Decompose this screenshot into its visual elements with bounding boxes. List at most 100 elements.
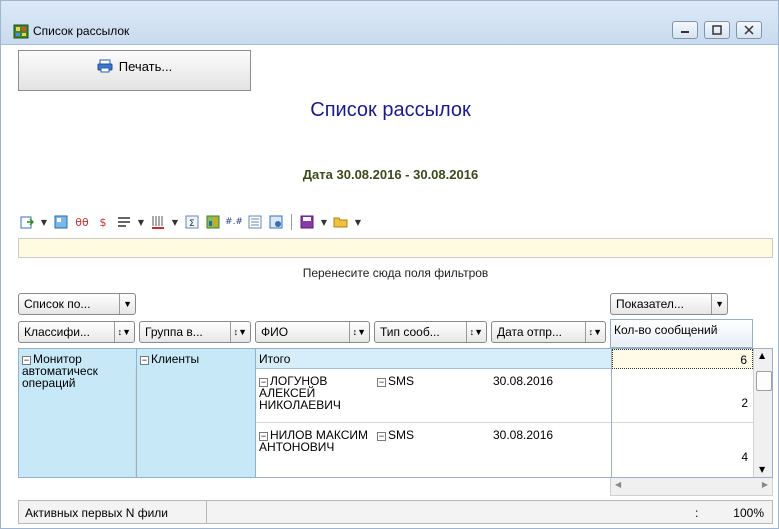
export-icon[interactable] [19,214,35,230]
horizontal-scrollbar[interactable]: ◀ ▶ [610,478,773,496]
data-field-filter-icon[interactable]: ▼ [711,294,727,314]
sort-filter-icon[interactable]: ↕▼ [229,322,250,342]
title-bar: Список рассылок [1,1,778,45]
report-date-range: Дата 30.08.2016 - 30.08.2016 [302,167,479,182]
total-label: Итого [259,352,291,366]
sort-filter-icon[interactable]: ↕▼ [348,322,369,342]
group-icon[interactable]: θθ [74,214,90,230]
page-field-chip[interactable]: Список по... ▼ [18,293,136,315]
column-divider [135,369,136,477]
fio-text: ЛОГУНОВ АЛЕКСЕЙ НИКОЛАЕВИЧ [259,374,341,412]
export-dropdown-icon[interactable]: ▼ [40,214,48,230]
toolbar-separator [291,214,292,230]
count-value: 2 [741,396,748,410]
group-cell[interactable]: − Клиенты [137,349,256,477]
sort-filter-icon[interactable]: ↕▼ [465,322,486,342]
totals-icon[interactable] [150,214,166,230]
align-icon[interactable] [116,214,132,230]
list-view-icon[interactable] [247,214,263,230]
status-text: Активных первых N фили [25,506,169,520]
scroll-down-icon[interactable]: ▼ [759,465,765,474]
svg-text:Σ: Σ [189,219,195,229]
table-row[interactable]: − НИЛОВ МАКСИМ АНТОНОВИЧ − SMS 30.08.2016 [256,423,611,477]
classifier-cell[interactable]: − Монитор автоматическ операций [19,349,137,477]
minimize-button[interactable] [672,21,698,39]
save-icon[interactable] [299,214,315,230]
type-cell: − SMS [377,429,414,441]
count-cell[interactable]: 4 [612,423,753,477]
window-title: Список рассылок [33,24,130,38]
filter-drop-hint: Перенесите сюда поля фильтров [302,266,489,280]
open-dropdown-icon[interactable]: ▼ [354,214,362,230]
data-field-chip[interactable]: Показател... ▼ [610,293,728,315]
maximize-button[interactable] [704,21,730,39]
date-cell: 30.08.2016 [493,374,554,388]
scroll-up-icon[interactable]: ▲ [759,351,765,360]
type-text: SMS [388,428,415,442]
count-cell[interactable]: 2 [612,369,753,423]
group-text: Клиенты [151,352,200,366]
report-title: Список рассылок [310,99,471,121]
row-field-label: Классифи... [24,325,90,339]
totals-dropdown-icon[interactable]: ▼ [171,214,179,230]
total-value: 6 [740,353,747,367]
row-field-classifier[interactable]: Классифи... ↕▼ [18,321,135,343]
row-field-group[interactable]: Группа в... ↕▼ [139,321,251,343]
page-field-label: Список по... [24,297,91,311]
row-field-label: Тип сооб... [380,325,440,339]
sort-filter-icon[interactable]: ↕▼ [113,322,134,342]
close-button[interactable] [736,21,762,39]
printer-icon [97,59,113,73]
total-value-cell[interactable]: 6 [612,349,753,369]
row-field-fio[interactable]: ФИО ↕▼ [255,321,370,343]
classifier-value: − Монитор автоматическ операций [22,353,134,389]
type-cell: − SMS [377,375,414,387]
fio-cell: − ЛОГУНОВ АЛЕКСЕЙ НИКОЛАЕВИЧ [259,375,371,411]
pivot-toolbar: ▼ θθ $ ▼ ▼ Σ #.# ▼ ▼ [19,212,362,232]
app-icon [13,23,29,39]
properties-icon[interactable] [268,214,284,230]
save-dropdown-icon[interactable]: ▼ [320,214,328,230]
sum-icon[interactable]: Σ [184,214,200,230]
vertical-scrollbar[interactable]: ▲ ▼ [753,349,772,477]
print-button-label: Печать... [118,59,173,74]
open-folder-icon[interactable] [333,214,349,230]
row-field-message-type[interactable]: Тип сооб... ↕▼ [374,321,487,343]
number-format-icon[interactable]: #.# [225,214,243,230]
collapse-icon[interactable]: − [377,432,386,441]
status-separator: : [695,506,699,520]
close-icon [744,25,754,35]
total-row[interactable]: Итого [256,349,611,369]
report-window: Список рассылок Печать... Список рассыло… [0,0,779,529]
column-header-count[interactable]: Кол-во сообщений [610,319,753,348]
classifier-text: Монитор автоматическ операций [22,352,98,390]
table-layout-icon[interactable] [53,214,69,230]
currency-icon[interactable]: $ [95,214,111,230]
count-value: 4 [741,450,748,464]
filter-input[interactable] [18,238,773,258]
pivot-grid: − Монитор автоматическ операций − Клиенты … [18,348,773,478]
fio-cell: − НИЛОВ МАКСИМ АНТОНОВИЧ [259,429,371,453]
fio-text: НИЛОВ МАКСИМ АНТОНОВИЧ [259,428,368,454]
data-field-label: Показател... [616,297,684,311]
print-button[interactable]: Печать... [18,50,251,91]
data-area: 6 2 4 [611,349,753,477]
group-value: − Клиенты [140,353,199,365]
row-field-label: ФИО [261,325,289,339]
status-divider [206,501,207,523]
page-field-filter-icon[interactable]: ▼ [119,294,135,314]
table-row[interactable]: − ЛОГУНОВ АЛЕКСЕЙ НИКОЛАЕВИЧ − SMS 30.08.2… [256,369,611,423]
status-bar: Активных первых N фили : 100% [18,500,773,524]
scroll-thumb[interactable] [756,371,772,391]
chart-icon[interactable] [205,214,221,230]
type-text: SMS [388,374,415,388]
date-cell: 30.08.2016 [493,428,554,442]
scroll-left-icon[interactable]: ◀ [615,480,621,489]
align-dropdown-icon[interactable]: ▼ [137,214,145,230]
scroll-right-icon[interactable]: ▶ [762,480,768,489]
collapse-icon[interactable]: − [377,378,386,387]
collapse-icon[interactable]: − [140,356,149,365]
sort-filter-icon[interactable]: ↕▼ [584,322,605,342]
row-field-send-date[interactable]: Дата отпр... ↕▼ [491,321,606,343]
zoom-level[interactable]: 100% [733,506,764,520]
